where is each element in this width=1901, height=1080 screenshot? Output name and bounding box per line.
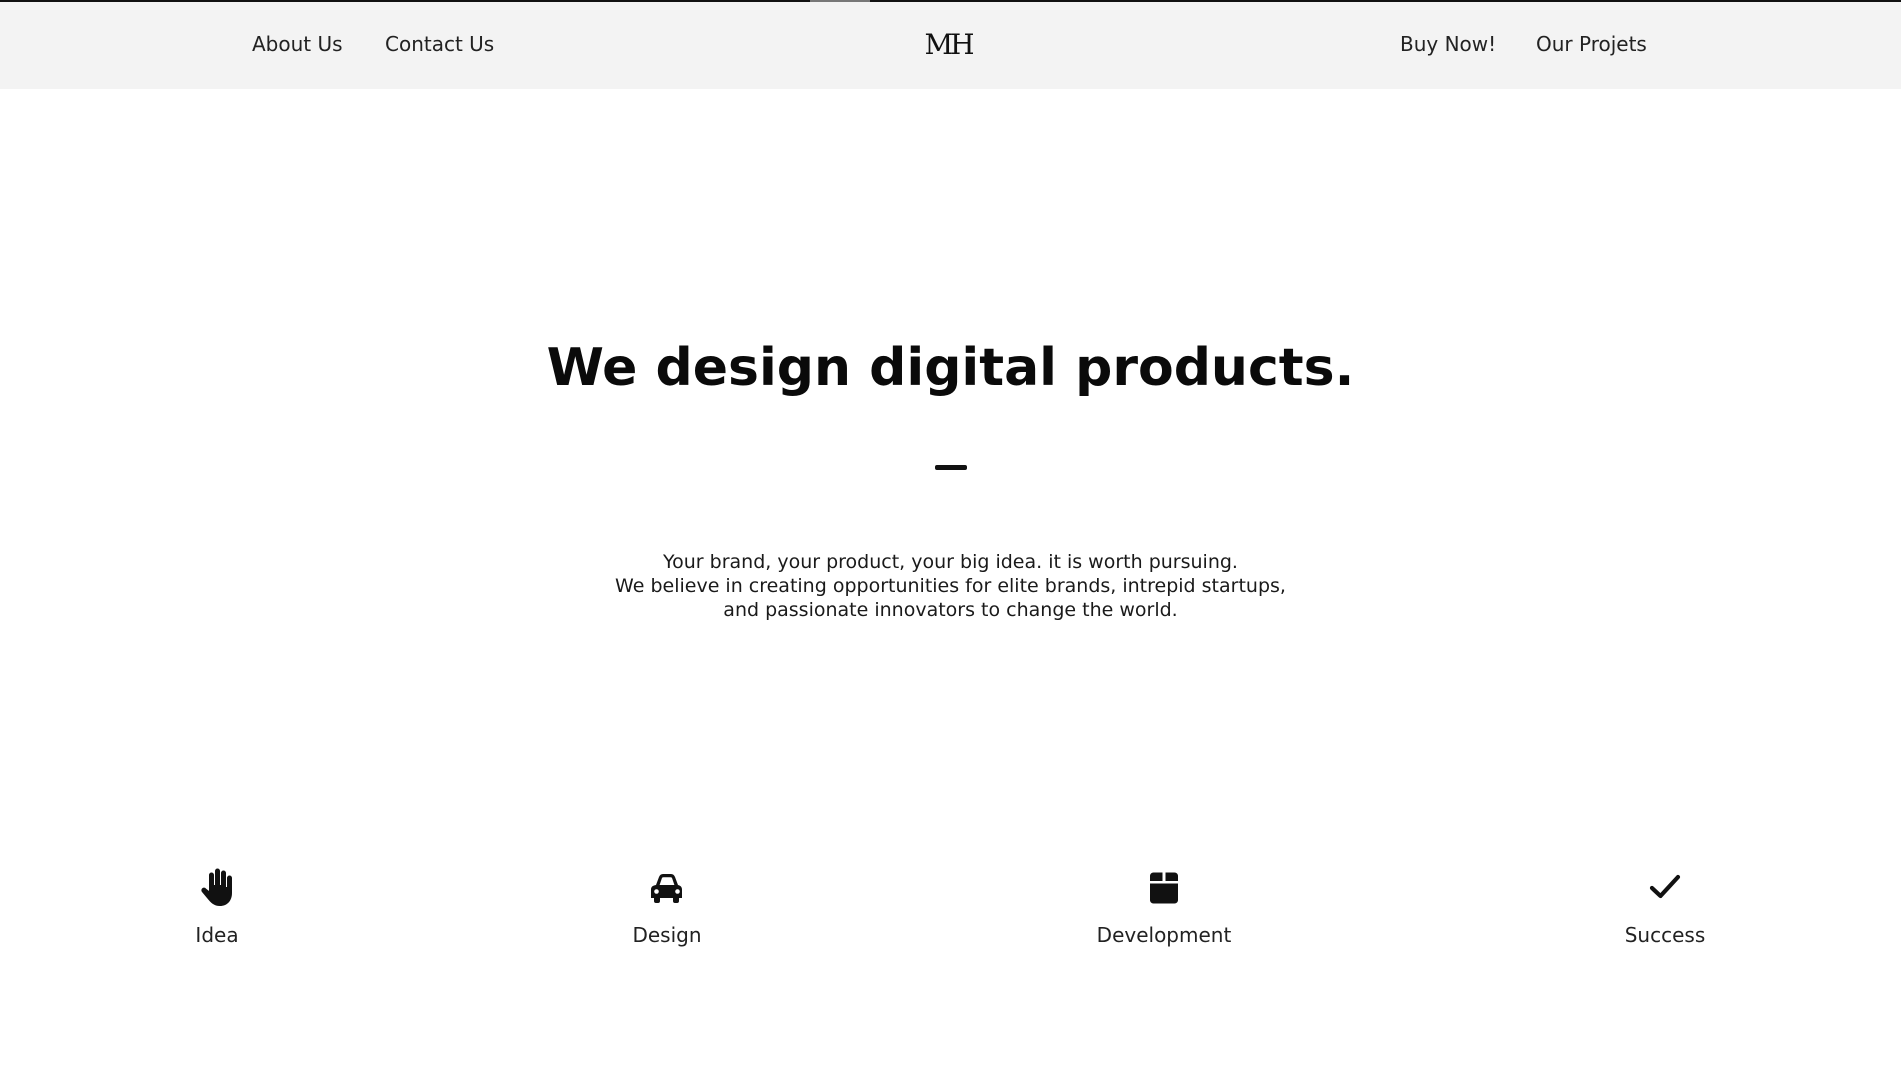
feature-success: Success <box>1555 865 1775 947</box>
hero-description-line: We believe in creating opportunities for… <box>615 575 1286 597</box>
car-icon <box>651 874 682 903</box>
feature-label: Development <box>1096 923 1232 947</box>
feature-label: Design <box>632 923 702 947</box>
feature-label: Success <box>1624 923 1706 947</box>
hero-description: Your brand, your product, your big idea.… <box>0 550 1901 622</box>
hero-title: We design digital products. <box>546 338 1355 398</box>
check-icon <box>1649 874 1681 899</box>
feature-idea: Idea <box>107 865 327 947</box>
feature-label: Idea <box>195 923 239 947</box>
nav-link-buy-now[interactable]: Buy Now! <box>1400 32 1496 56</box>
feature-development: Development <box>1054 865 1274 947</box>
logo[interactable]: MH <box>920 28 976 61</box>
hero-divider <box>935 465 967 470</box>
box-icon <box>1150 872 1178 904</box>
nav-link-contact-us[interactable]: Contact Us <box>385 32 494 56</box>
nav-link-our-projects[interactable]: Our Projets <box>1536 32 1647 56</box>
hero-description-line: and passionate innovators to change the … <box>723 599 1178 621</box>
nav-link-about-us[interactable]: About Us <box>252 32 343 56</box>
feature-design: Design <box>557 865 777 947</box>
hand-icon <box>201 868 232 906</box>
hero-description-line: Your brand, your product, your big idea.… <box>663 551 1238 573</box>
navbar: About Us Contact Us MH Buy Now! Our Proj… <box>0 2 1901 89</box>
